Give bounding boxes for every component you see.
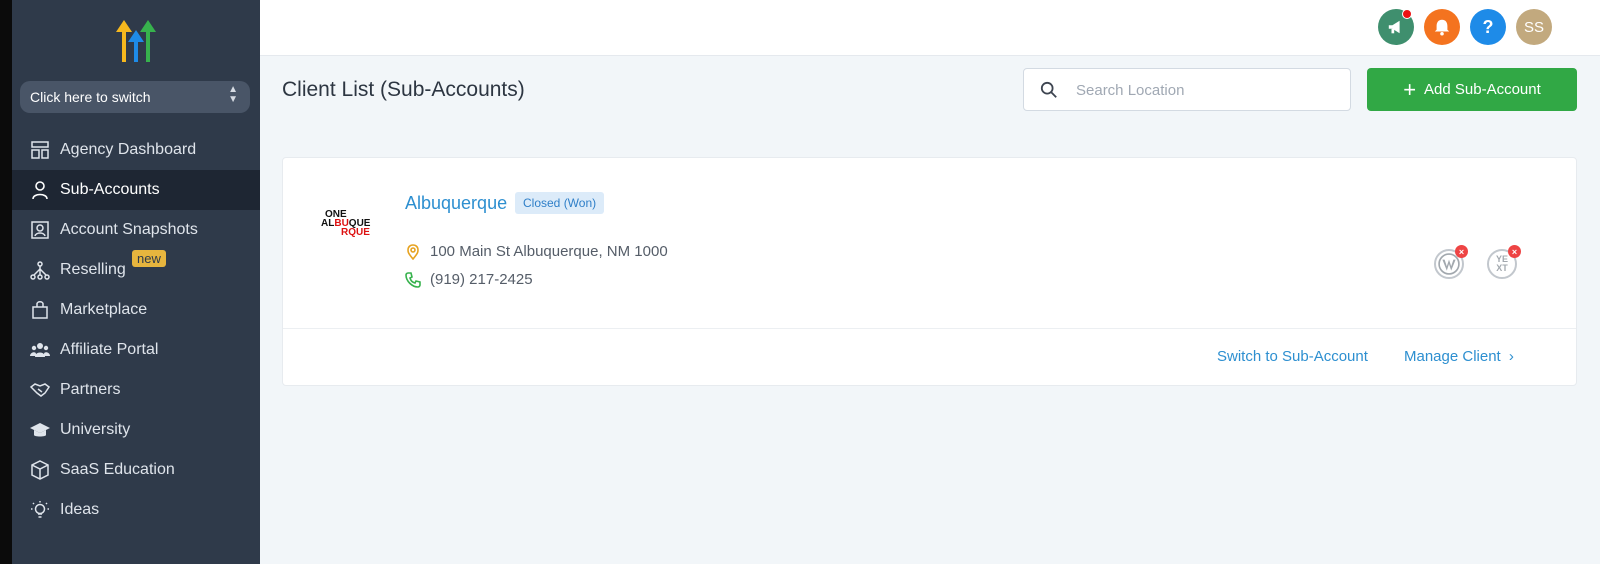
top-bar: ? SS xyxy=(260,0,1600,56)
main-content: ? SS Client List (Sub-Accounts) + Add Su… xyxy=(260,0,1600,564)
client-logo: ONE ALBUQUE RQUE xyxy=(321,210,375,240)
client-card: ONE ALBUQUE RQUE Albuquerque Closed (Won… xyxy=(282,157,1577,386)
bag-icon xyxy=(30,300,50,320)
wordpress-integration[interactable]: × xyxy=(1434,245,1468,279)
client-phone: (919) 217-2425 xyxy=(405,271,533,288)
add-sub-account-label: Add Sub-Account xyxy=(1424,81,1541,98)
sidebar-item-affiliate-portal[interactable]: Affiliate Portal xyxy=(12,330,260,370)
handshake-icon xyxy=(30,380,50,400)
sidebar-item-account-snapshots[interactable]: Account Snapshots xyxy=(12,210,260,250)
location-pin-icon xyxy=(407,243,419,260)
client-name-link[interactable]: Albuquerque xyxy=(405,193,507,214)
plus-icon: + xyxy=(1403,76,1417,102)
new-badge: new xyxy=(132,250,166,267)
bell-icon xyxy=(1434,19,1450,36)
user-icon xyxy=(30,180,50,200)
sidebar-item-sub-accounts[interactable]: Sub-Accounts xyxy=(12,170,260,210)
sidebar-item-label: Sub-Accounts xyxy=(60,181,160,198)
close-icon[interactable]: × xyxy=(1455,245,1468,258)
sidebar-item-label: SaaS Education xyxy=(60,461,175,478)
yext-icon: YE XT xyxy=(1495,254,1508,273)
sidebar-item-partners[interactable]: Partners xyxy=(12,370,260,410)
phone-text: (919) 217-2425 xyxy=(430,271,533,288)
user-avatar[interactable]: SS xyxy=(1516,9,1552,45)
chevron-right-icon: › xyxy=(1508,348,1514,365)
sidebar-item-label: Reselling xyxy=(60,261,126,278)
add-sub-account-button[interactable]: + Add Sub-Account xyxy=(1367,68,1577,111)
dashboard-icon xyxy=(30,140,50,160)
announcement-button[interactable] xyxy=(1378,9,1414,45)
switcher-label: Click here to switch xyxy=(30,89,151,105)
sidebar-item-agency-dashboard[interactable]: Agency Dashboard xyxy=(12,130,260,170)
sidebar-item-label: Affiliate Portal xyxy=(60,341,159,358)
manage-client-label: Manage Client xyxy=(1404,348,1501,365)
snapshot-icon xyxy=(30,220,50,240)
sidebar-item-ideas[interactable]: Ideas xyxy=(12,490,260,530)
sidebar: Click here to switch ▲ ▼ Agency Dashboard… xyxy=(12,0,260,564)
sidebar-item-label: Agency Dashboard xyxy=(60,141,197,158)
sidebar-item-label: Marketplace xyxy=(60,301,148,318)
megaphone-icon xyxy=(1388,20,1400,34)
sidebar-item-label: Ideas xyxy=(60,501,100,518)
sidebar-item-label: Partners xyxy=(60,381,121,398)
sidebar-item-university[interactable]: University xyxy=(12,410,260,450)
search-icon xyxy=(1040,81,1057,98)
client-logo-line: AL xyxy=(321,218,335,229)
sidebar-item-label: University xyxy=(60,421,131,438)
sidebar-item-reselling[interactable]: Reselling new xyxy=(12,250,260,290)
network-icon xyxy=(30,260,50,280)
graduation-cap-icon xyxy=(30,420,50,440)
cube-icon xyxy=(30,460,50,480)
notification-dot xyxy=(1402,9,1412,19)
switch-sub-account-link[interactable]: Switch to Sub-Account xyxy=(1217,348,1368,365)
users-icon xyxy=(30,340,50,360)
lightbulb-icon xyxy=(30,500,50,520)
yext-integration[interactable]: YE XT × xyxy=(1487,245,1521,279)
client-logo-line: RQUE xyxy=(341,227,370,238)
phone-icon xyxy=(405,271,421,288)
notifications-button[interactable] xyxy=(1424,9,1460,45)
avatar-initials: SS xyxy=(1523,18,1544,36)
chevron-updown-icon: ▲ ▼ xyxy=(228,84,238,105)
help-button[interactable]: ? xyxy=(1470,9,1506,45)
sidebar-item-label: Account Snapshots xyxy=(60,221,198,238)
search-input[interactable] xyxy=(1076,77,1336,103)
close-icon[interactable]: × xyxy=(1508,245,1521,258)
sidebar-item-saas-education[interactable]: SaaS Education xyxy=(12,450,260,490)
page-title: Client List (Sub-Accounts) xyxy=(282,78,525,101)
status-badge: Closed (Won) xyxy=(515,192,605,214)
card-divider xyxy=(283,328,1576,329)
question-icon: ? xyxy=(1482,16,1494,37)
client-address: 100 Main St Albuquerque, NM 1000 xyxy=(405,243,668,260)
brand-logo[interactable] xyxy=(112,18,162,62)
account-switcher[interactable]: Click here to switch ▲ ▼ xyxy=(20,81,250,113)
manage-client-link[interactable]: Manage Client › xyxy=(1404,348,1514,365)
sidebar-nav: Agency Dashboard Sub-Accounts Account Sn… xyxy=(12,130,260,530)
address-text: 100 Main St Albuquerque, NM 1000 xyxy=(430,243,668,260)
sidebar-item-marketplace[interactable]: Marketplace xyxy=(12,290,260,330)
search-box[interactable] xyxy=(1023,68,1351,111)
